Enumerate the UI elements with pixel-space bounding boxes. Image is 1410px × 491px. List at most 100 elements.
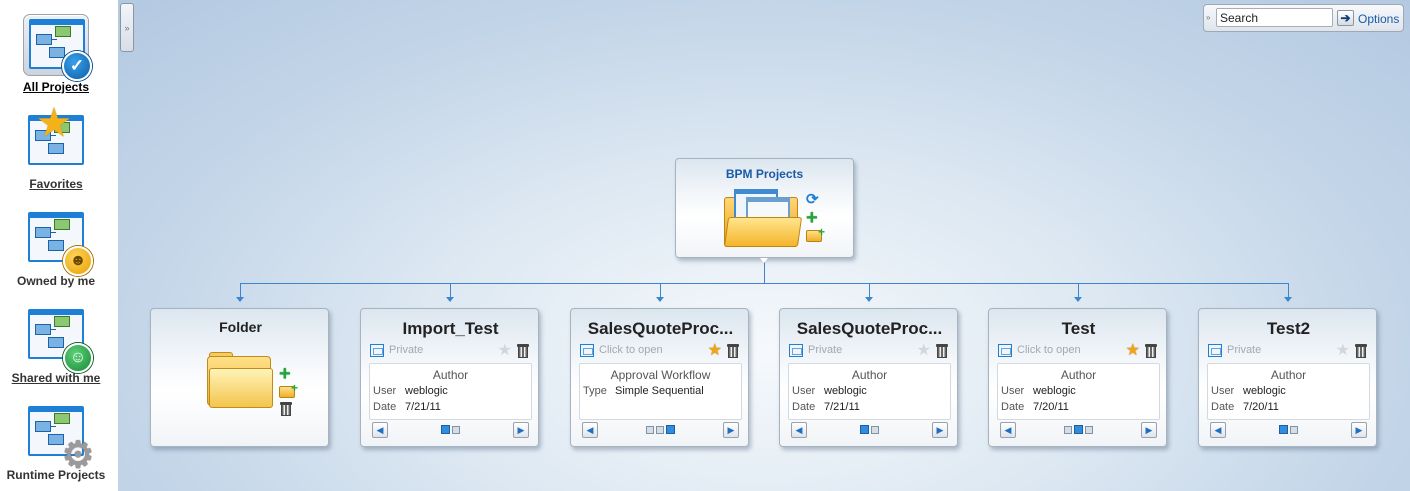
folder-title: Folder: [219, 319, 262, 335]
triangle-right-icon: ▶: [1145, 425, 1153, 435]
root-card-bpm-projects[interactable]: BPM Projects ⟳ +: [675, 158, 854, 258]
pager-dot[interactable]: [1074, 425, 1083, 434]
project-title: Test: [1061, 319, 1096, 338]
triangle-right-icon: ▶: [936, 425, 944, 435]
sidebar-item-label: Owned by me: [16, 274, 96, 288]
project-title: Test2: [1266, 319, 1311, 338]
pager-dot[interactable]: [1279, 425, 1288, 434]
pager-next-button[interactable]: ▶: [1351, 422, 1367, 438]
drag-handle-icon[interactable]: »: [1206, 8, 1214, 28]
info-key: User: [373, 385, 397, 397]
connector-line: [764, 268, 765, 283]
collapse-sidebar-button[interactable]: »: [120, 3, 134, 52]
favorite-star-icon[interactable]: ★: [917, 340, 931, 360]
pager-dot[interactable]: [441, 425, 450, 434]
triangle-right-icon: ▶: [727, 425, 735, 435]
triangle-right-icon: ▶: [517, 425, 525, 435]
project-title: SalesQuoteProc...: [587, 319, 734, 338]
sidebar-item-favorites[interactable]: ★ Favorites: [0, 102, 112, 191]
pager-dot[interactable]: [1290, 425, 1298, 434]
project-info-panel: Author User weblogic Date 7/21/11: [788, 363, 951, 420]
pager-dot[interactable]: [666, 425, 675, 434]
info-pager: ◀ ▶: [369, 422, 532, 440]
project-type-icon: [370, 344, 384, 357]
project-card[interactable]: Import_Test Private ★ Author User weblogi…: [360, 308, 539, 447]
runtime-projects-icon: ⚙: [23, 402, 94, 475]
favorite-star-icon[interactable]: ★: [1126, 340, 1140, 360]
folder-icon: [207, 352, 277, 412]
favorite-star-icon[interactable]: ★: [708, 340, 722, 360]
project-card[interactable]: SalesQuoteProc... Click to open ★ Approv…: [570, 308, 749, 447]
trash-icon[interactable]: [727, 344, 739, 358]
project-type-icon: [580, 344, 594, 357]
favorites-icon: ★: [23, 102, 89, 173]
trash-icon[interactable]: [280, 402, 292, 416]
pager-next-button[interactable]: ▶: [723, 422, 739, 438]
new-folder-icon[interactable]: [279, 381, 298, 398]
trash-icon[interactable]: [1355, 344, 1367, 358]
info-value: weblogic: [405, 385, 448, 397]
project-info-panel: Author User weblogic Date 7/21/11: [369, 363, 532, 420]
connector-line: [1078, 283, 1079, 298]
options-link[interactable]: Options: [1358, 12, 1399, 26]
info-title: Author: [1060, 368, 1097, 382]
sidebar-item-shared-with-me[interactable]: ☺ Shared with me: [0, 305, 112, 385]
people-badge-icon: ☺: [63, 343, 93, 373]
pager-dot[interactable]: [1085, 425, 1093, 434]
project-info-panel: Author User weblogic Date 7/20/11: [997, 363, 1160, 420]
access-label: Private: [808, 344, 843, 356]
pager-dot[interactable]: [860, 425, 869, 434]
favorite-star-icon[interactable]: ★: [1336, 340, 1350, 360]
pager-dot[interactable]: [1064, 425, 1072, 434]
connector-arrow: [1284, 297, 1292, 302]
owned-by-me-icon: ☻: [23, 208, 93, 276]
project-card[interactable]: Test Click to open ★ Author User weblogic…: [988, 308, 1167, 447]
pager-next-button[interactable]: ▶: [932, 422, 948, 438]
folder-card[interactable]: Folder +: [150, 308, 329, 447]
pager-dot[interactable]: [871, 425, 879, 434]
all-projects-icon: ✓: [23, 14, 92, 81]
sidebar-item-runtime-projects[interactable]: ⚙ Runtime Projects: [0, 402, 112, 482]
connector-arrow: [865, 297, 873, 302]
access-label[interactable]: Click to open: [1017, 344, 1081, 356]
info-value: weblogic: [824, 385, 867, 397]
info-pager: ◀ ▶: [1207, 422, 1370, 440]
pager-dot[interactable]: [656, 425, 664, 434]
new-folder-icon[interactable]: [806, 225, 825, 242]
search-go-button[interactable]: ➔: [1337, 10, 1354, 26]
project-card[interactable]: SalesQuoteProc... Private ★ Author User w…: [779, 308, 958, 447]
pager-dot[interactable]: [646, 425, 654, 434]
project-info-panel: Author User weblogic Date 7/20/11: [1207, 363, 1370, 420]
trash-icon[interactable]: [936, 344, 948, 358]
arrow-right-icon: ➔: [1340, 11, 1351, 25]
info-value: 7/21/11: [824, 401, 860, 413]
sidebar: ✓ All Projects ★ Favorites ☻ Owned by me…: [0, 0, 118, 491]
info-key: Date: [1211, 401, 1235, 413]
connector-arrow: [446, 297, 454, 302]
info-key: User: [1211, 385, 1235, 397]
trash-icon[interactable]: [1145, 344, 1157, 358]
sidebar-item-label: Runtime Projects: [6, 468, 106, 482]
info-key: Date: [373, 401, 397, 413]
project-type-icon: [789, 344, 803, 357]
search-input[interactable]: [1216, 8, 1333, 27]
gear-badge-icon: ⚙: [61, 434, 95, 475]
info-title: Author: [1270, 368, 1307, 382]
info-value: 7/21/11: [405, 401, 441, 413]
sidebar-item-owned-by-me[interactable]: ☻ Owned by me: [0, 208, 112, 288]
connector-line: [1288, 283, 1289, 298]
connector-line: [450, 283, 451, 298]
pager-next-button[interactable]: ▶: [513, 422, 529, 438]
connector-line: [869, 283, 870, 298]
access-label[interactable]: Click to open: [599, 344, 663, 356]
connector-line: [240, 283, 241, 298]
pager-next-button[interactable]: ▶: [1141, 422, 1157, 438]
sidebar-item-all-projects[interactable]: ✓ All Projects: [0, 14, 112, 94]
trash-icon[interactable]: [517, 344, 529, 358]
project-card[interactable]: Test2 Private ★ Author User weblogic Date…: [1198, 308, 1377, 447]
projects-folder-icon: [723, 189, 803, 249]
info-value: weblogic: [1033, 385, 1076, 397]
favorite-star-icon[interactable]: ★: [498, 340, 512, 360]
triangle-right-icon: ▶: [1355, 425, 1363, 435]
pager-dot[interactable]: [452, 425, 460, 434]
